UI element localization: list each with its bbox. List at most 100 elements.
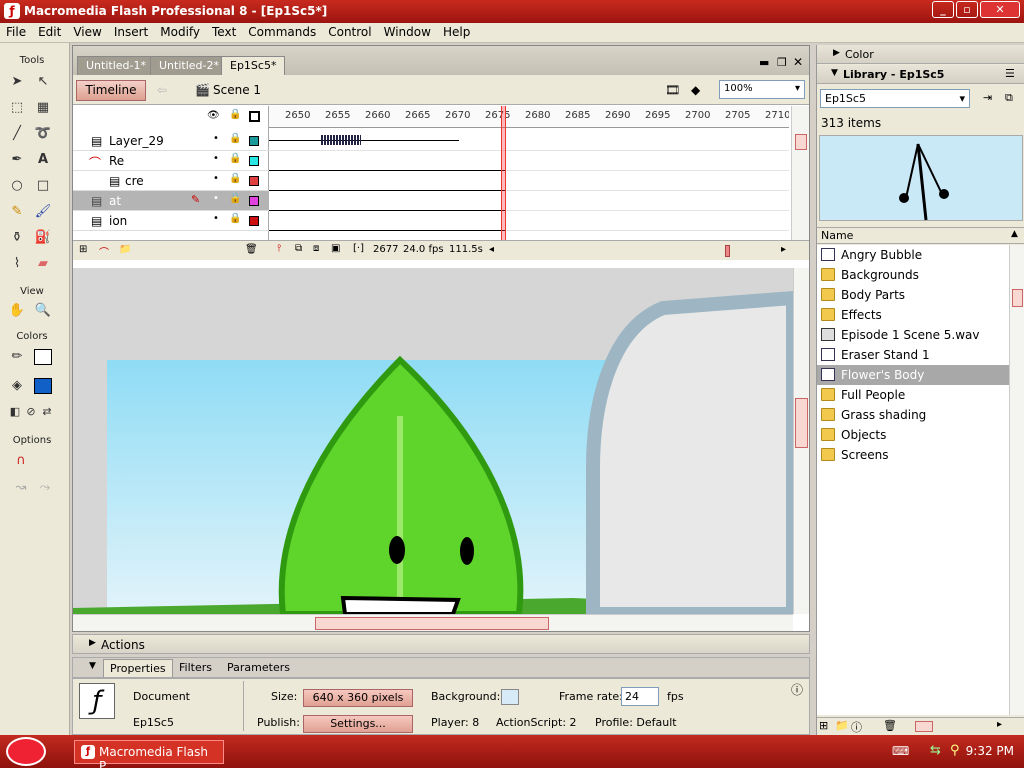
- layer-row-selected[interactable]: ▤ at ✎ • 🔒: [73, 191, 269, 211]
- oval-tool-icon[interactable]: ○: [6, 175, 28, 197]
- fill-transform-tool-icon[interactable]: ▦: [32, 97, 54, 119]
- library-item[interactable]: Grass shading: [817, 405, 1009, 425]
- doc-tab-ep1sc5[interactable]: Ep1Sc5*: [221, 56, 286, 75]
- panel-options-icon[interactable]: ☰: [1005, 67, 1015, 80]
- library-item[interactable]: Body Parts: [817, 285, 1009, 305]
- arrow-tool-icon[interactable]: ➤: [6, 71, 28, 93]
- library-vscroll-thumb[interactable]: [1012, 289, 1023, 307]
- lock-icon[interactable]: 🔒: [229, 213, 241, 224]
- library-item[interactable]: Objects: [817, 425, 1009, 445]
- settings-button[interactable]: Settings...: [303, 715, 413, 733]
- frame-row[interactable]: [269, 171, 789, 191]
- library-select[interactable]: Ep1Sc5 ▾: [820, 89, 970, 108]
- stroke-color-icon[interactable]: ✏: [6, 346, 28, 368]
- menu-help[interactable]: Help: [437, 23, 476, 39]
- help-icon[interactable]: ⓘ: [791, 681, 803, 698]
- doc-tab-untitled-1[interactable]: Untitled-1*: [77, 56, 155, 75]
- layer-row[interactable]: ▤ ion • 🔒: [73, 211, 269, 231]
- library-item[interactable]: Full People: [817, 385, 1009, 405]
- text-tool-icon[interactable]: A: [32, 149, 54, 171]
- brush-tool-icon[interactable]: 🖌: [32, 201, 54, 223]
- layer-row[interactable]: ▤ cre • 🔒: [73, 171, 269, 191]
- library-item[interactable]: Angry Bubble: [817, 245, 1009, 265]
- timeline-button[interactable]: Timeline: [76, 80, 146, 101]
- edit-symbols-icon[interactable]: ◆: [691, 83, 700, 97]
- add-folder-icon[interactable]: 📁: [119, 244, 131, 255]
- scroll-right-icon[interactable]: ▸: [781, 244, 786, 255]
- zoom-select[interactable]: 100% ▾: [719, 80, 805, 99]
- smooth-icon[interactable]: ↝: [10, 477, 32, 499]
- library-item[interactable]: Episode 1 Scene 5.wav: [817, 325, 1009, 345]
- minimize-button[interactable]: _: [932, 1, 954, 18]
- playhead[interactable]: [501, 106, 506, 240]
- edit-multiple-icon[interactable]: ▣: [331, 243, 340, 254]
- layer-color-swatch[interactable]: [249, 176, 259, 186]
- layer-row[interactable]: ⌒ Re • 🔒: [73, 151, 269, 171]
- doc-minimize-icon[interactable]: ▬: [759, 56, 769, 69]
- stage-hscroll-thumb[interactable]: [315, 617, 549, 630]
- doc-close-icon[interactable]: ✕: [793, 55, 803, 69]
- pencil-tool-icon[interactable]: ✎: [6, 201, 28, 223]
- center-frame-icon[interactable]: ⫯: [277, 243, 281, 254]
- subselect-tool-icon[interactable]: ↖: [32, 71, 54, 93]
- timeline-vscroll[interactable]: [791, 106, 809, 240]
- fill-color-icon[interactable]: ◈: [6, 375, 28, 397]
- rectangle-tool-icon[interactable]: □: [32, 175, 54, 197]
- visible-dot[interactable]: •: [213, 153, 219, 164]
- visible-dot[interactable]: •: [213, 133, 219, 144]
- scroll-right-icon[interactable]: ▸: [997, 719, 1002, 730]
- lock-icon[interactable]: 🔒: [229, 153, 241, 164]
- delete-icon[interactable]: 🗑: [883, 719, 897, 732]
- doc-restore-icon[interactable]: ❐: [777, 56, 787, 69]
- lock-icon[interactable]: 🔒: [229, 193, 241, 204]
- library-item[interactable]: Screens: [817, 445, 1009, 465]
- library-item[interactable]: Backgrounds: [817, 265, 1009, 285]
- tab-properties[interactable]: Properties: [103, 659, 173, 677]
- add-guide-icon[interactable]: ⌒: [99, 244, 109, 259]
- line-tool-icon[interactable]: ╱: [6, 123, 28, 145]
- timeline-vscroll-thumb[interactable]: [795, 134, 807, 150]
- frame-row[interactable]: [269, 131, 789, 151]
- stage-vscroll-thumb[interactable]: [795, 398, 808, 448]
- lasso-tool-icon[interactable]: ➰: [32, 123, 54, 145]
- delete-layer-icon[interactable]: 🗑: [245, 244, 258, 255]
- color-panel-header[interactable]: ▶ Color: [817, 45, 1024, 64]
- new-folder-icon[interactable]: 📁: [835, 719, 849, 732]
- menu-modify[interactable]: Modify: [154, 23, 206, 39]
- layer-color-swatch[interactable]: [249, 156, 259, 166]
- expand-arrow-icon[interactable]: ▶: [833, 48, 840, 58]
- size-button[interactable]: 640 x 360 pixels: [303, 689, 413, 707]
- lock-all-icon[interactable]: 🔒: [229, 109, 241, 120]
- network-tray-icon[interactable]: ⇆: [930, 743, 941, 758]
- onion-outline-icon[interactable]: ⧈: [313, 243, 319, 254]
- menu-edit[interactable]: Edit: [32, 23, 67, 39]
- frame-row[interactable]: [269, 211, 789, 231]
- sort-icon[interactable]: ▲: [1011, 229, 1018, 239]
- pin-library-icon[interactable]: ⇥: [983, 91, 992, 104]
- library-hscroll-thumb[interactable]: [915, 721, 933, 732]
- stage-hscroll[interactable]: [73, 614, 793, 631]
- collapse-arrow-icon[interactable]: ▼: [89, 661, 96, 671]
- paint-bucket-tool-icon[interactable]: ⛽: [32, 227, 54, 249]
- close-button[interactable]: ✕: [980, 1, 1020, 18]
- collapse-arrow-icon[interactable]: ▼: [831, 68, 838, 78]
- doc-tab-untitled-2[interactable]: Untitled-2*: [150, 56, 228, 75]
- menu-insert[interactable]: Insert: [108, 23, 154, 39]
- timeline-hscroll-thumb[interactable]: [725, 245, 730, 257]
- menu-control[interactable]: Control: [322, 23, 377, 39]
- fill-color-swatch[interactable]: [34, 378, 52, 394]
- library-item[interactable]: Effects: [817, 305, 1009, 325]
- edit-scene-icon[interactable]: 🎞: [665, 83, 680, 97]
- keyboard-tray-icon[interactable]: ⌨: [892, 744, 909, 758]
- hand-tool-icon[interactable]: ✋: [6, 300, 28, 322]
- show-hide-icon[interactable]: 👁: [207, 110, 220, 121]
- onion-markers-icon[interactable]: [·]: [353, 243, 364, 254]
- menu-window[interactable]: Window: [378, 23, 437, 39]
- zoom-tool-icon[interactable]: 🔍: [32, 300, 54, 322]
- swap-colors-icon[interactable]: ⇄: [36, 401, 58, 423]
- frame-row[interactable]: [269, 151, 789, 171]
- stroke-color-swatch[interactable]: [34, 349, 52, 365]
- frame-row[interactable]: [269, 191, 789, 211]
- taskbar-item-flash[interactable]: ƒ Macromedia Flash P...: [74, 740, 224, 768]
- start-button[interactable]: [6, 737, 46, 766]
